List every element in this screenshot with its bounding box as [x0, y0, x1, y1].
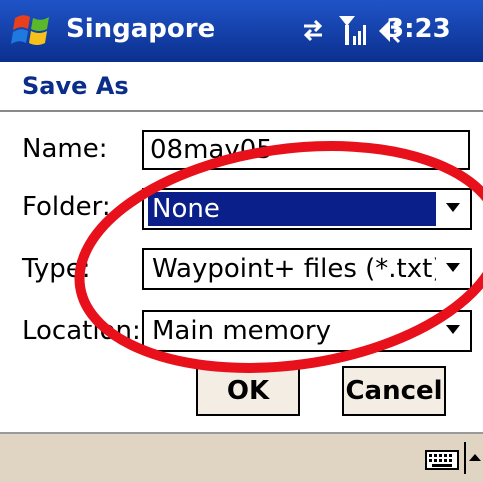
windows-logo-icon[interactable] — [11, 10, 53, 50]
name-label: Name: — [22, 134, 108, 164]
folder-dropdown[interactable]: None — [142, 188, 472, 230]
location-label: Location: — [22, 316, 141, 346]
type-dropdown-arrow[interactable] — [438, 250, 470, 288]
ok-button[interactable]: OK — [196, 366, 300, 416]
bottom-bar — [0, 434, 483, 482]
chevron-down-icon — [446, 325, 460, 334]
up-arrow-icon[interactable] — [469, 452, 481, 462]
cancel-button[interactable]: Cancel — [342, 366, 446, 416]
location-value: Main memory — [152, 316, 331, 346]
type-label: Type: — [22, 254, 91, 284]
type-dropdown[interactable]: Waypoint+ files (*.txt) — [142, 248, 472, 290]
keyboard-icon[interactable] — [425, 450, 459, 470]
signal-strength-icon[interactable] — [338, 14, 368, 46]
title-bar: Singapore 3:23 — [0, 0, 483, 62]
chevron-down-icon — [446, 263, 460, 272]
sync-arrows-icon[interactable] — [300, 18, 326, 42]
chevron-down-icon — [446, 203, 460, 212]
header-divider — [0, 110, 483, 112]
folder-dropdown-arrow[interactable] — [438, 190, 470, 228]
folder-label: Folder: — [22, 192, 111, 222]
name-field[interactable]: 08may05 — [142, 130, 470, 170]
location-dropdown-arrow[interactable] — [438, 312, 470, 350]
clock[interactable]: 3:23 — [386, 14, 451, 44]
type-value: Waypoint+ files (*.txt) — [152, 254, 436, 284]
folder-value: None — [148, 192, 436, 226]
location-dropdown[interactable]: Main memory — [142, 310, 472, 352]
dialog-title: Save As — [22, 72, 129, 100]
app-title: Singapore — [66, 14, 216, 44]
bottom-bar-separator — [464, 442, 466, 474]
